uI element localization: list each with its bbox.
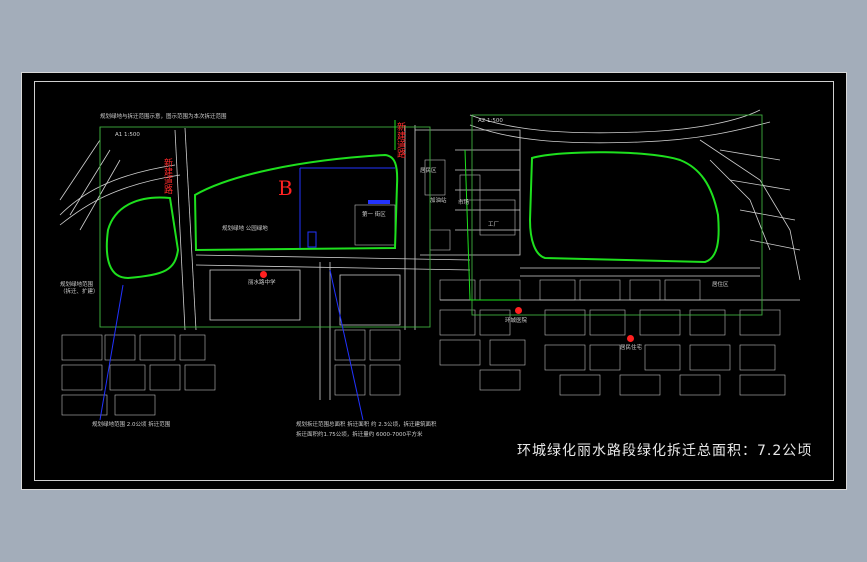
note-bottom-mid-2: 拆迁面积约1.75公顷，拆迁量约 6000-7000平方米	[296, 432, 423, 438]
location-marker-school[interactable]	[260, 271, 267, 278]
note-left-mid: 规划绿地范围（拆迁、扩建）	[60, 282, 99, 295]
red-road-label-left: 新建道路	[162, 158, 172, 194]
location-marker-residential[interactable]	[627, 335, 634, 342]
blue-leaders	[99, 167, 395, 421]
label-station: 加油站	[430, 198, 447, 204]
cad-drawing[interactable]	[0, 0, 867, 562]
scale-label-2: A2 1:500	[478, 118, 503, 124]
label-school: 丽水路中学	[248, 280, 276, 286]
note-bottom-mid-1: 规划拆迁范围总面积 拆迁面积 约 2.3公顷，拆迁建筑面积	[296, 422, 437, 428]
label-block2: 第一 街区	[362, 212, 386, 218]
label-res-right: 居民住宅	[620, 345, 643, 351]
label-hospital: 环城医院	[505, 318, 528, 324]
red-road-label-right: 新建道路	[395, 122, 405, 158]
label-park-mid: 规划绿地 公园绿地	[222, 226, 268, 232]
label-market: 市场	[458, 200, 470, 206]
label-block1: 居民区	[420, 168, 437, 174]
blue-parcel-mark	[368, 200, 390, 204]
note-bottom-left: 规划绿地范围 2.0公顷 拆迁范围	[92, 422, 171, 428]
label-factory: 工厂	[488, 222, 500, 228]
label-right-corner: 居住区	[712, 282, 729, 288]
plan-frames	[99, 114, 763, 328]
note-top: 规划绿地与拆迁范围示意，图示范围为本次拆迁范围	[100, 114, 227, 120]
zone-label: B	[278, 176, 293, 200]
drawing-title: 环城绿化丽水路段绿化拆迁总面积：7.2公顷	[517, 443, 813, 459]
location-marker-hospital[interactable]	[515, 307, 522, 314]
scale-label-1: A1 1:500	[115, 132, 140, 138]
